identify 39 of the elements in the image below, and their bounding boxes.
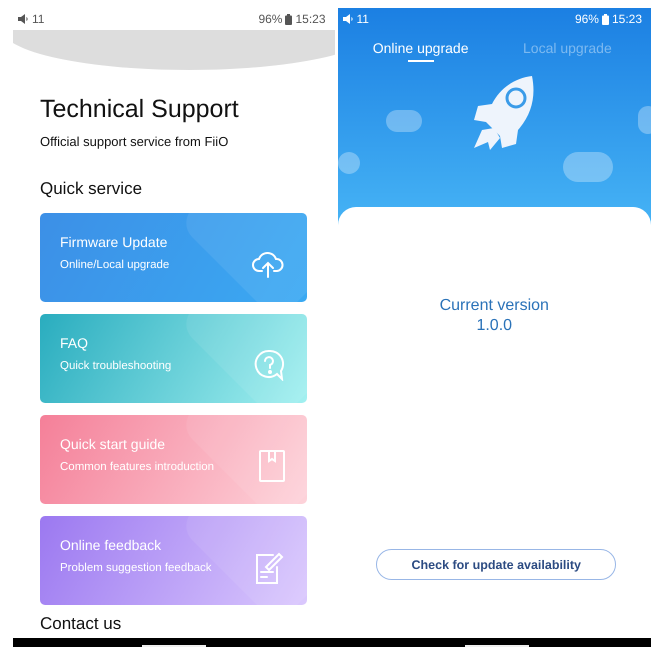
- card-title: Online feedback: [60, 537, 162, 553]
- cloud-icon: [338, 152, 360, 174]
- cloud-upload-icon: [250, 250, 284, 278]
- service-card[interactable]: Online feedback Problem suggestion feedback: [40, 516, 306, 605]
- card-title: FAQ: [60, 335, 90, 351]
- home-indicator[interactable]: [465, 645, 529, 647]
- volume-level: 11: [356, 12, 369, 26]
- battery-percent: 96%: [258, 12, 282, 26]
- card-subtitle: Quick troubleshooting: [60, 360, 172, 372]
- version-number: 1.0.0: [476, 317, 512, 335]
- book-icon: [258, 450, 284, 482]
- clock-time: 15:23: [612, 12, 642, 26]
- cloud-icon: [562, 152, 612, 182]
- card-subtitle: Online/Local upgrade: [60, 259, 170, 271]
- upgrade-tab[interactable]: Online upgrade: [372, 36, 468, 62]
- service-card[interactable]: Firmware Update Online/Local upgrade: [40, 213, 306, 302]
- card-subtitle: Problem suggestion feedback: [60, 562, 213, 574]
- clock-time: 15:23: [295, 12, 326, 26]
- service-card[interactable]: FAQ Quick troubleshooting: [40, 314, 306, 403]
- card-subtitle: Common features introduction: [60, 461, 216, 473]
- page-subtitle: Official support service from FiiO: [40, 134, 230, 149]
- check-update-button[interactable]: Check for update availability: [376, 549, 616, 580]
- section-heading: Contact us: [40, 614, 122, 634]
- card-title: Firmware Update: [60, 234, 168, 250]
- version-label: Current version: [440, 297, 549, 315]
- section-heading: Quick service: [40, 179, 144, 199]
- battery-icon: [285, 14, 292, 24]
- card-title: Quick start guide: [60, 436, 166, 452]
- volume-level: 11: [32, 12, 44, 26]
- service-card[interactable]: Quick start guide Common features introduction: [40, 415, 306, 504]
- question-bubble-icon: [252, 348, 284, 380]
- cloud-icon: [386, 110, 422, 132]
- page-title: Technical Support: [40, 95, 240, 124]
- upgrade-tab[interactable]: Local upgrade: [523, 36, 612, 62]
- volume-icon: [342, 14, 354, 24]
- volume-icon: [18, 14, 29, 24]
- home-indicator[interactable]: [142, 645, 206, 647]
- battery-percent: 96%: [574, 12, 599, 26]
- battery-icon: [602, 14, 609, 24]
